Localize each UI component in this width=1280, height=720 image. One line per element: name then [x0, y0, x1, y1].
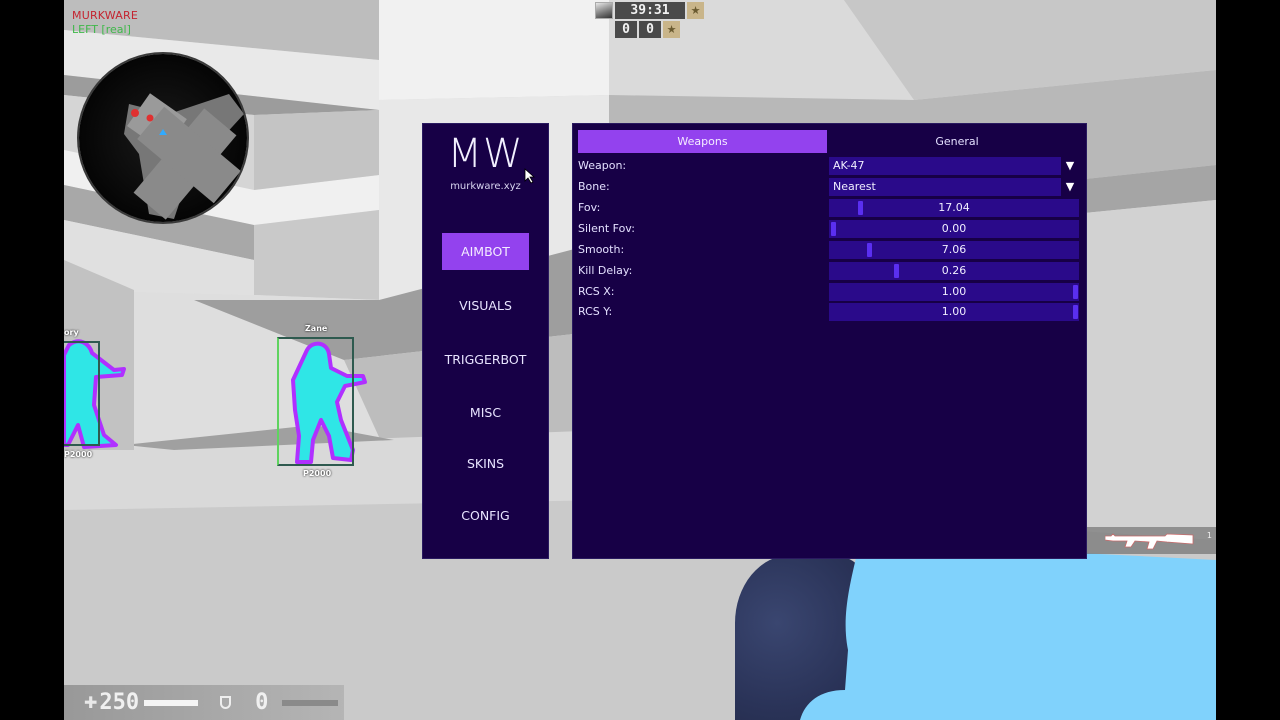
tab-general[interactable]: General: [831, 130, 1083, 153]
censor-overlay: [800, 543, 1216, 720]
letterbox-right: [1216, 0, 1280, 720]
kill-delay-label: Kill Delay:: [578, 264, 633, 277]
round-timer-panel: 39:31 ★: [595, 2, 704, 19]
kill-delay-slider[interactable]: 0.26: [829, 262, 1079, 280]
player-weapon: P2000: [303, 469, 332, 478]
letterbox-left: [0, 0, 64, 720]
health-armor-hud: ✚ 250 0: [64, 685, 344, 720]
nav-misc[interactable]: MISC: [442, 394, 529, 431]
enemy-dot: [131, 109, 139, 117]
fov-slider[interactable]: 17.04: [829, 199, 1079, 217]
esp-box: [277, 337, 354, 466]
chevron-down-icon[interactable]: ▼: [1063, 157, 1077, 175]
weapon-selection-hud: 1: [1087, 527, 1216, 554]
weapon-dropdown[interactable]: AK-47: [829, 157, 1061, 175]
bone-dropdown[interactable]: Nearest: [829, 178, 1061, 196]
ak47-icon: [1105, 533, 1194, 550]
nav-skins[interactable]: SKINS: [442, 445, 529, 482]
smooth-label: Smooth:: [578, 243, 625, 256]
health-bar: [144, 699, 199, 706]
nav-aimbot[interactable]: AIMBOT: [442, 233, 529, 270]
player-weapon: P2000: [64, 450, 93, 459]
player-name: Zane: [305, 324, 328, 333]
rcs-x-slider[interactable]: 1.00: [829, 283, 1079, 301]
radar-minimap: [79, 54, 247, 222]
chevron-down-icon[interactable]: ▼: [1063, 178, 1077, 196]
slider-value: 17.04: [938, 201, 970, 214]
nav-config[interactable]: CONFIG: [442, 497, 529, 534]
esp-box: [64, 341, 100, 446]
plus-icon: ✚: [84, 693, 98, 712]
slider-value: 0.26: [941, 264, 967, 277]
fov-label: Fov:: [578, 201, 601, 214]
rcs-y-label: RCS Y:: [578, 305, 613, 318]
weapon-label: Weapon:: [578, 159, 627, 172]
shield-icon: [220, 696, 232, 709]
enemy-dot: [146, 114, 154, 122]
silent-fov-label: Silent Fov:: [578, 222, 635, 235]
rank-star-icon: ★: [663, 21, 680, 38]
armor-value: 0: [255, 690, 269, 715]
rcs-x-label: RCS X:: [578, 285, 615, 298]
mouse-cursor-icon: [524, 168, 535, 184]
tab-weapons[interactable]: Weapons: [578, 130, 827, 153]
round-timer: 39:31: [615, 2, 685, 19]
map-icon: [595, 2, 613, 19]
slider-value: 7.06: [941, 243, 967, 256]
score-ct: 0: [615, 21, 637, 38]
health-value: 250: [99, 690, 140, 715]
bone-label: Bone:: [578, 180, 610, 193]
slider-value: 0.00: [941, 222, 967, 235]
antiaim-status-label: LEFT [real]: [72, 23, 131, 36]
weapon-slot-number: 1: [1206, 531, 1212, 540]
silent-fov-slider[interactable]: 0.00: [829, 220, 1079, 238]
player-name: ory: [64, 328, 79, 337]
nav-triggerbot[interactable]: TRIGGERBOT: [442, 341, 529, 378]
nav-visuals[interactable]: VISUALS: [442, 287, 529, 324]
rank-star-icon: ★: [687, 2, 704, 19]
score-panel: 0 0 ★: [615, 21, 680, 38]
cheat-brand-label: MURKWARE: [72, 9, 138, 22]
rcs-y-slider[interactable]: 1.00: [829, 303, 1079, 321]
smooth-slider[interactable]: 7.06: [829, 241, 1079, 259]
slider-value: 1.00: [941, 305, 967, 318]
score-t: 0: [639, 21, 661, 38]
armor-bar: [282, 699, 339, 706]
slider-value: 1.00: [941, 285, 967, 298]
